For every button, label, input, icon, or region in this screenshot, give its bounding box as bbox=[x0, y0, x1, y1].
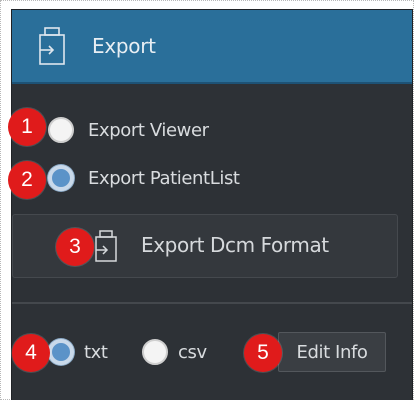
radio-label: Export PatientList bbox=[88, 167, 240, 189]
radio-label: txt bbox=[84, 341, 108, 363]
panel-header[interactable]: Export bbox=[12, 10, 412, 84]
annotation-badge-1: 1 bbox=[8, 108, 46, 146]
annotation-badge-5: 5 bbox=[244, 334, 282, 372]
radio-button[interactable] bbox=[48, 165, 74, 191]
radio-export-patientlist[interactable]: Export PatientList bbox=[48, 160, 240, 196]
radio-button[interactable] bbox=[48, 339, 74, 365]
radio-label: csv bbox=[178, 341, 207, 363]
radio-export-viewer[interactable]: Export Viewer bbox=[48, 112, 209, 148]
radio-button[interactable] bbox=[48, 117, 74, 143]
radio-format-csv[interactable]: csv bbox=[142, 336, 207, 368]
annotation-badge-4: 4 bbox=[12, 334, 50, 372]
export-icon bbox=[93, 229, 119, 263]
annotation-badge-3: 3 bbox=[56, 228, 94, 266]
radio-button[interactable] bbox=[142, 339, 168, 365]
radio-format-txt[interactable]: txt bbox=[48, 336, 108, 368]
export-icon bbox=[36, 26, 68, 66]
panel-title: Export bbox=[92, 34, 156, 58]
export-panel: Export Export Viewer Export PatientList … bbox=[12, 10, 412, 400]
divider bbox=[12, 302, 412, 304]
export-dcm-format-label: Export Dcm Format bbox=[141, 233, 329, 257]
radio-label: Export Viewer bbox=[88, 119, 209, 141]
annotation-badge-2: 2 bbox=[8, 161, 46, 199]
edit-info-button[interactable]: Edit Info bbox=[278, 332, 386, 372]
